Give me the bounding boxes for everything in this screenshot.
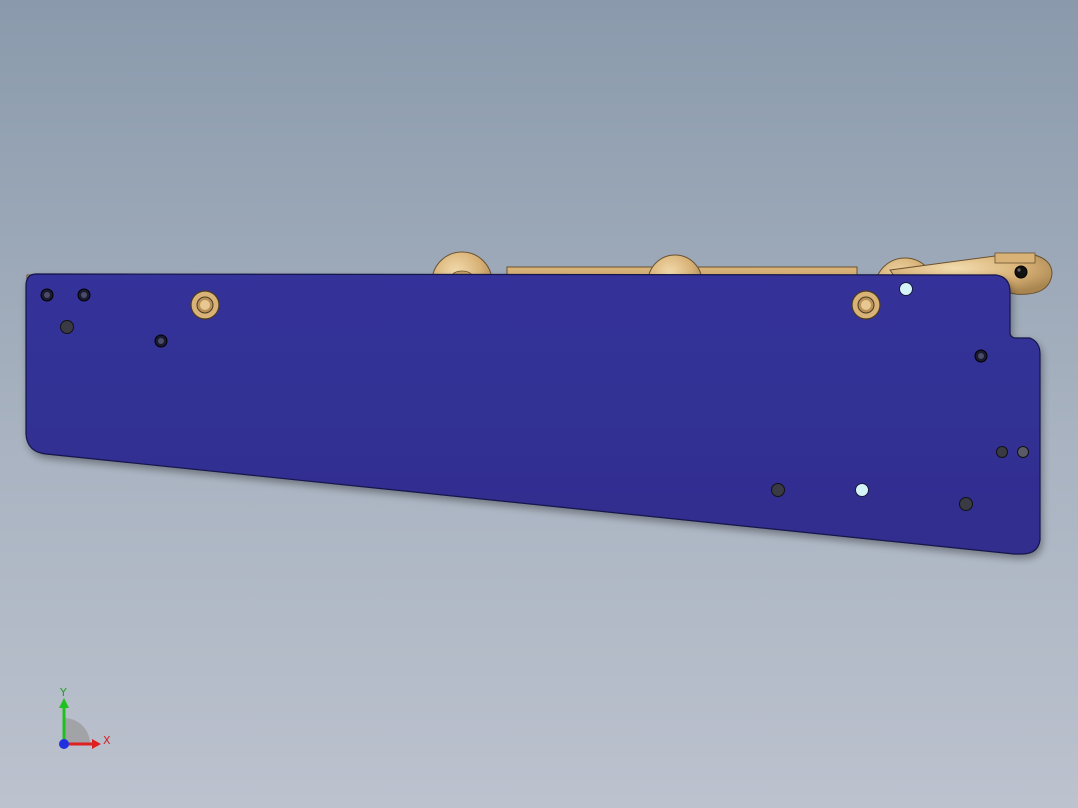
- through-hole[interactable]: [855, 483, 869, 497]
- hole[interactable]: [771, 483, 785, 497]
- screw-head[interactable]: [77, 288, 91, 302]
- link-pin-hole[interactable]: [1014, 265, 1028, 279]
- bushing-left[interactable]: [190, 290, 220, 320]
- y-axis-arrow: [59, 698, 69, 708]
- hole[interactable]: [959, 497, 973, 511]
- screw-head[interactable]: [40, 288, 54, 302]
- graphics-viewport[interactable]: Y X: [0, 0, 1078, 808]
- hole[interactable]: [60, 320, 74, 334]
- main-plate[interactable]: [25, 273, 1041, 555]
- link-pin-hole-center: [1017, 268, 1021, 272]
- link-block[interactable]: [994, 252, 1036, 264]
- model-scene[interactable]: [0, 0, 1078, 808]
- y-axis-label: Y: [59, 686, 67, 699]
- screw-head[interactable]: [154, 334, 168, 348]
- bushing-right[interactable]: [851, 290, 881, 320]
- hole[interactable]: [1017, 446, 1029, 458]
- screw-head[interactable]: [974, 349, 988, 363]
- x-axis-label: X: [103, 734, 111, 747]
- hole[interactable]: [996, 446, 1008, 458]
- z-axis-dot: [59, 739, 69, 749]
- orientation-triad[interactable]: Y X: [40, 680, 130, 760]
- triad-sector: [64, 718, 90, 744]
- x-axis-arrow: [92, 739, 101, 749]
- through-hole[interactable]: [899, 282, 913, 296]
